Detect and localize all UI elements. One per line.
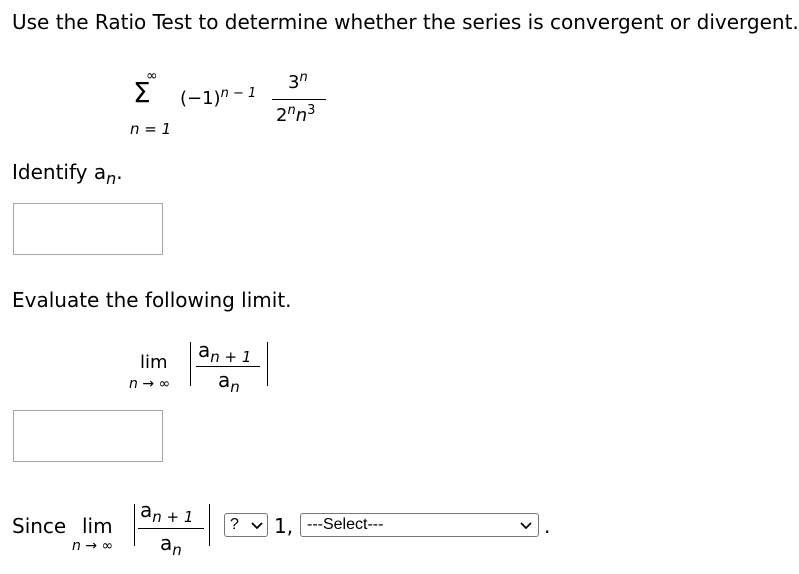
since-denominator: an	[160, 531, 182, 559]
end-period: .	[544, 514, 551, 538]
an-answer-input[interactable]	[13, 203, 163, 255]
conclusion-select-value: ---Select---	[307, 516, 384, 533]
series-factor: (−1)n − 1	[180, 86, 256, 109]
limit-num-a: a	[198, 338, 211, 362]
sum-symbol: Σ	[133, 76, 151, 109]
limit-num-sub: n + 1	[210, 348, 252, 366]
since-num-a: a	[140, 498, 153, 522]
abs-left-bar	[190, 342, 191, 386]
limit-denominator: an	[218, 368, 240, 396]
since-numerator: an + 1	[140, 498, 193, 526]
limit-fraction-bar	[196, 366, 260, 367]
comparison-value: 1,	[274, 514, 294, 538]
factor-base: (−1)	[180, 88, 221, 109]
since-lim-under: n → ∞	[72, 538, 114, 554]
limit-den-sub: n	[230, 378, 240, 396]
since-abs-right-bar	[209, 504, 210, 546]
denominator-base-2: n	[295, 105, 308, 126]
numerator-base: 3	[288, 72, 300, 93]
identify-an-label: Identify an.	[12, 160, 123, 188]
since-abs-left-bar	[134, 504, 135, 546]
sum-lower-limit: n = 1	[130, 120, 171, 138]
since-label: Since	[12, 514, 67, 538]
lim-word: lim	[140, 352, 168, 373]
sum-lower-limit-text: n = 1	[130, 120, 172, 138]
since-lim-word: lim	[82, 514, 113, 538]
since-fraction-bar	[138, 528, 204, 529]
lim-under: n → ∞	[129, 376, 171, 392]
limit-den-a: a	[218, 368, 231, 392]
identify-prefix: Identify a	[12, 160, 107, 184]
comparison-select-value: ?	[230, 516, 239, 533]
since-num-sub: n + 1	[152, 508, 194, 526]
chevron-down-icon	[251, 522, 263, 530]
question-instruction: Use the Ratio Test to determine whether …	[12, 10, 799, 34]
identify-sub: n	[106, 169, 117, 188]
since-den-a: a	[160, 531, 173, 555]
series-fraction-bar	[272, 99, 326, 100]
comparison-select[interactable]: ?	[224, 513, 268, 537]
abs-right-bar	[267, 342, 268, 386]
denominator-exp-1: n	[287, 103, 296, 118]
chevron-down-icon	[520, 522, 532, 530]
since-den-sub: n	[172, 541, 182, 559]
identify-suffix: .	[116, 160, 123, 184]
series-numerator: 3n	[288, 70, 308, 93]
limit-answer-input[interactable]	[13, 410, 163, 462]
evaluate-limit-label: Evaluate the following limit.	[12, 288, 292, 312]
denominator-base-1: 2	[276, 105, 288, 126]
numerator-exponent: n	[299, 70, 308, 85]
conclusion-select[interactable]: ---Select---	[300, 513, 539, 537]
denominator-exp-2: 3	[307, 103, 316, 118]
factor-exponent: n − 1	[220, 86, 257, 101]
limit-numerator: an + 1	[198, 338, 251, 366]
series-denominator: 2nn3	[276, 103, 315, 126]
